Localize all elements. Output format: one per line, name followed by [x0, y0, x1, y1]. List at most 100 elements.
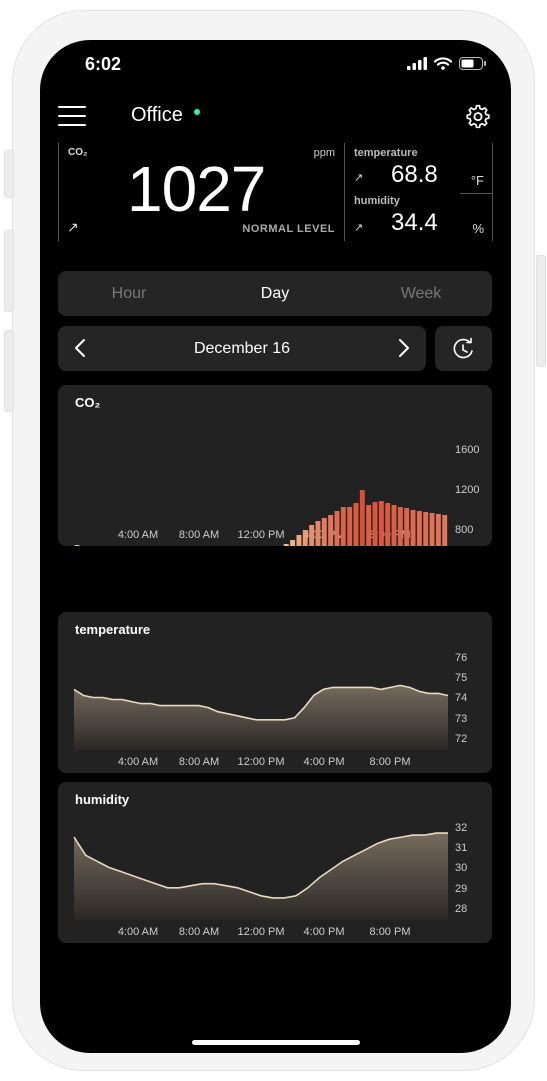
x-tick-label: 12:00 PM — [237, 926, 284, 938]
y-tick-label: 76 — [455, 652, 467, 664]
x-tick-label: 8:00 PM — [370, 926, 411, 938]
gear-icon[interactable] — [465, 103, 491, 129]
temperature-chart-card: temperature 76 75 74 73 72 4:00 AM 8:00 AM 12:0… — [58, 612, 492, 773]
tab-hour[interactable]: Hour — [74, 271, 184, 316]
history-icon — [453, 337, 473, 359]
co2-bar — [315, 521, 321, 546]
temperature-trend-icon: ↗ — [354, 172, 364, 184]
y-tick-label: 1600 — [455, 444, 479, 456]
humidity-unit: % — [472, 221, 484, 236]
co2-bar — [340, 507, 346, 546]
co2-chart-card: CO₂ 160012008004004:00 AM8:00 AM12:00 PM… — [58, 385, 492, 546]
co2-trend-icon: ↗ — [67, 219, 79, 235]
co2-bar — [372, 502, 378, 546]
unit-divider — [460, 193, 492, 194]
current-readings: CO₂ ppm 1027 NORMAL LEVEL ↗ temperature … — [58, 143, 493, 241]
humidity-chart: 32 31 30 29 28 4:00 AM 8:00 AM 12:00 PM 4:00 PM 8… — [73, 822, 467, 938]
y-tick-label: 28 — [455, 903, 467, 915]
y-tick-label: 31 — [455, 842, 467, 854]
side-button-power — [536, 255, 546, 367]
co2-bar — [334, 511, 340, 546]
x-tick-label: 4:00 PM — [304, 756, 345, 768]
side-button-volume-up — [4, 230, 14, 312]
tab-day[interactable]: Day — [220, 271, 330, 316]
co2-value: 1027 — [127, 153, 266, 225]
status-time: 6:02 — [85, 54, 122, 74]
co2-bar — [359, 490, 365, 546]
temperature-label: temperature — [354, 147, 418, 159]
area-fill — [74, 833, 448, 920]
temperature-unit: °F — [470, 173, 484, 188]
temperature-value: 68.8 — [391, 161, 438, 188]
co2-bar — [442, 515, 448, 546]
online-status-dot — [194, 109, 200, 115]
x-tick-label: 12:00 PM — [237, 529, 284, 541]
co2-bar — [353, 503, 359, 546]
x-tick-label: 4:00 AM — [118, 926, 158, 938]
co2-bar — [397, 507, 403, 546]
x-tick-label: 8:00 AM — [179, 756, 219, 768]
x-tick-label: 8:00 PM — [370, 756, 411, 768]
signal-icon — [407, 57, 427, 70]
menu-icon[interactable] — [58, 106, 86, 126]
co2-bar — [410, 510, 416, 546]
y-tick-label: 73 — [455, 713, 467, 725]
y-tick-label: 75 — [455, 672, 467, 684]
x-tick-label: 4:00 PM — [304, 926, 345, 938]
co2-bar — [290, 540, 296, 546]
y-tick-label: 1200 — [455, 484, 479, 496]
co2-bar — [429, 513, 435, 546]
co2-bar — [435, 514, 441, 546]
co2-level: NORMAL LEVEL — [242, 223, 335, 235]
y-tick-label: 30 — [455, 862, 467, 874]
temperature-chart: 76 75 74 73 72 4:00 AM 8:00 AM 12:00 PM 4:00 PM 8… — [73, 652, 467, 768]
co2-bar — [378, 501, 384, 546]
chevron-right-icon[interactable] — [392, 337, 414, 359]
co2-bar — [328, 515, 334, 546]
side-button-volume-down — [4, 330, 14, 412]
co2-bar — [385, 503, 391, 546]
climate-reading-panel: temperature ↗ 68.8 °F humidity ↗ 34.4 % — [344, 143, 493, 241]
co2-bar — [347, 507, 353, 546]
co2-reading-panel: CO₂ ppm 1027 NORMAL LEVEL ↗ — [58, 143, 345, 241]
humidity-trend-icon: ↗ — [354, 222, 364, 234]
co2-bar — [404, 508, 410, 546]
co2-bar — [321, 518, 327, 546]
y-tick-label: 800 — [455, 524, 473, 536]
selected-date[interactable]: December 16 — [58, 326, 426, 371]
range-tabs: Hour Day Week — [58, 271, 492, 316]
app-screen: 6:02 Office CO₂ ppm 1027 NORMAL LEVEL ↗ … — [40, 40, 511, 1053]
co2-bar — [391, 505, 397, 546]
co2-bar — [296, 535, 302, 546]
y-tick-label: 72 — [455, 733, 467, 745]
co2-bar — [416, 511, 422, 546]
humidity-value: 34.4 — [391, 209, 438, 236]
y-tick-label: 74 — [455, 692, 467, 704]
home-indicator — [192, 1040, 360, 1045]
wifi-icon — [434, 57, 452, 70]
history-button[interactable] — [435, 326, 492, 371]
x-tick-label: 4:00 AM — [118, 529, 158, 541]
co2-label: CO₂ — [68, 147, 88, 158]
co2-chart: 160012008004004:00 AM8:00 AM12:00 PM4:00… — [74, 444, 479, 546]
co2-bar — [283, 544, 289, 546]
x-tick-label: 12:00 PM — [237, 756, 284, 768]
status-icons — [407, 57, 487, 70]
humidity-chart-card: humidity 32 31 30 29 28 4:00 AM 8:00 AM 12:00 P… — [58, 782, 492, 943]
co2-bar — [302, 530, 308, 546]
humidity-label: humidity — [354, 195, 400, 207]
co2-bar — [366, 505, 372, 546]
y-tick-label: 32 — [455, 822, 467, 834]
co2-bar — [423, 512, 429, 546]
date-navigator: December 16 — [58, 326, 426, 371]
area-fill — [74, 685, 448, 750]
battery-icon — [459, 57, 486, 70]
x-tick-label: 8:00 AM — [179, 926, 219, 938]
y-tick-label: 29 — [455, 883, 467, 895]
tab-week[interactable]: Week — [366, 271, 476, 316]
x-tick-label: 4:00 AM — [118, 756, 158, 768]
x-tick-label: 8:00 AM — [179, 529, 219, 541]
co2-unit: ppm — [313, 147, 335, 159]
co2-bar — [309, 525, 315, 546]
room-title[interactable]: Office — [131, 104, 183, 127]
